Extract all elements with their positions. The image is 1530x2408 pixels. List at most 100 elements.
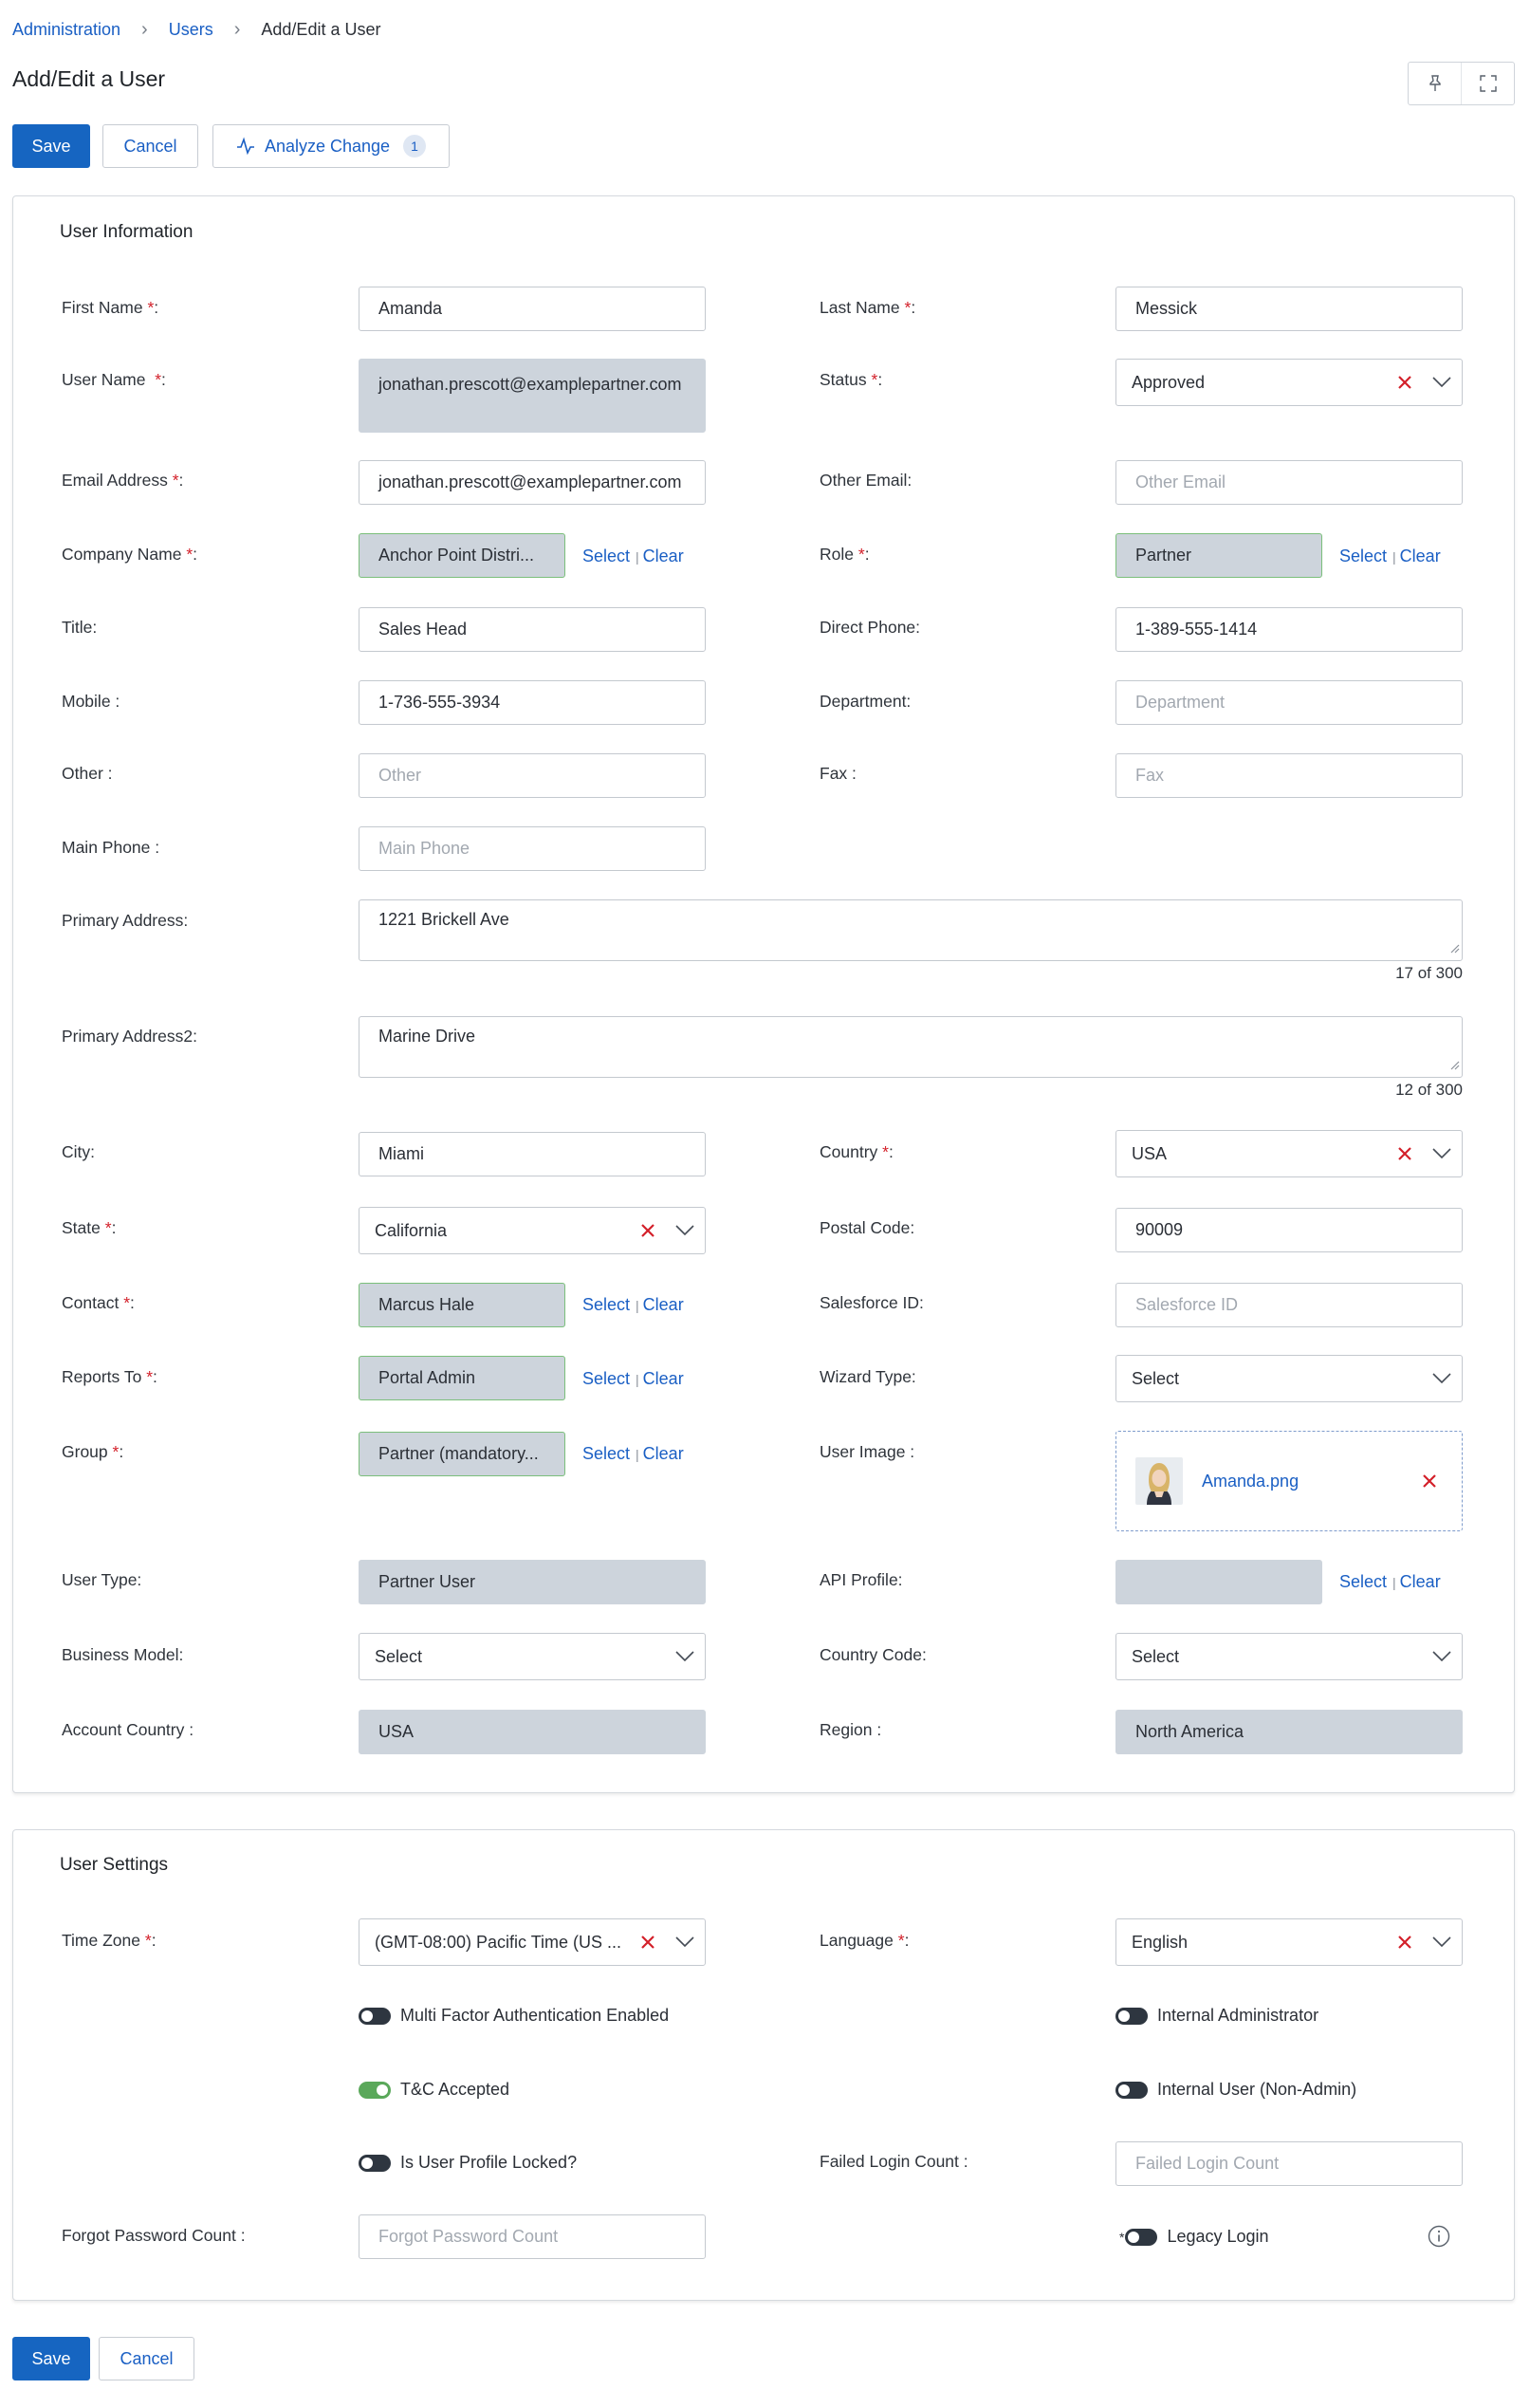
user-information-panel xyxy=(12,195,1515,1793)
chevron-down-icon[interactable] xyxy=(665,1225,705,1236)
group-clear-link[interactable]: Clear xyxy=(643,1444,684,1464)
reports-to-select-link[interactable]: Select xyxy=(582,1369,630,1389)
failed-login-field[interactable]: Failed Login Count xyxy=(1115,2141,1463,2186)
primary-address-counter: 17 of 300 xyxy=(1395,964,1463,982)
info-icon[interactable] xyxy=(1428,2225,1450,2252)
forgot-password-label: Forgot Password Count : xyxy=(62,2226,246,2245)
title-field[interactable]: Sales Head xyxy=(359,607,706,652)
chevron-down-icon[interactable] xyxy=(665,1651,705,1662)
role-label: Role *: xyxy=(820,545,870,564)
chevron-down-icon[interactable] xyxy=(1422,1148,1462,1159)
company-select-link[interactable]: Select xyxy=(582,546,630,566)
analyze-change-button[interactable]: Analyze Change 1 xyxy=(212,124,450,168)
main-phone-label: Main Phone : xyxy=(62,838,160,857)
clear-icon[interactable] xyxy=(1388,1146,1422,1161)
chevron-down-icon[interactable] xyxy=(665,1936,705,1948)
company-name-field: Anchor Point Distri... xyxy=(359,533,565,578)
internal-admin-toggle[interactable]: Internal Administrator xyxy=(1115,2006,1318,2026)
clear-icon[interactable] xyxy=(631,1935,665,1950)
last-name-field[interactable]: Messick xyxy=(1115,287,1463,331)
forgot-password-field[interactable]: Forgot Password Count xyxy=(359,2214,706,2259)
region-field: North America xyxy=(1115,1710,1463,1754)
footer-cancel-button[interactable]: Cancel xyxy=(99,2337,194,2380)
api-profile-select-link[interactable]: Select xyxy=(1339,1572,1387,1592)
reports-to-clear-link[interactable]: Clear xyxy=(643,1369,684,1389)
mobile-field[interactable]: 1-736-555-3934 xyxy=(359,680,706,725)
company-clear-link[interactable]: Clear xyxy=(643,546,684,566)
other-field[interactable]: Other xyxy=(359,753,706,798)
first-name-field[interactable]: Amanda xyxy=(359,287,706,331)
status-select[interactable]: Approved xyxy=(1115,359,1463,406)
email-field[interactable]: jonathan.prescott@examplepartner.com xyxy=(359,460,706,505)
role-clear-link[interactable]: Clear xyxy=(1400,546,1441,566)
internal-user-label: Internal User (Non-Admin) xyxy=(1157,2080,1357,2099)
primary-address2-textarea[interactable]: Marine Drive xyxy=(359,1016,1463,1078)
breadcrumb-users[interactable]: Users xyxy=(169,20,213,40)
legacy-login-toggle[interactable]: * Legacy Login xyxy=(1119,2227,1269,2247)
cancel-button[interactable]: Cancel xyxy=(102,124,198,168)
direct-phone-field[interactable]: 1-389-555-1414 xyxy=(1115,607,1463,652)
tc-accepted-label: T&C Accepted xyxy=(400,2080,510,2099)
contact-select-clear: Select | Clear xyxy=(582,1295,684,1315)
other-email-label: Other Email: xyxy=(820,471,912,490)
resize-grip-icon[interactable] xyxy=(1450,938,1460,958)
primary-address2-counter: 12 of 300 xyxy=(1395,1081,1463,1099)
country-select[interactable]: USA xyxy=(1115,1130,1463,1177)
user-name-field: jonathan.prescott@examplepartner.com xyxy=(359,359,706,433)
postal-code-field[interactable]: 90009 xyxy=(1115,1208,1463,1252)
breadcrumb-administration[interactable]: Administration xyxy=(12,20,120,40)
legacy-login-label: Legacy Login xyxy=(1167,2227,1269,2246)
footer-save-button[interactable]: Save xyxy=(12,2337,90,2380)
main-phone-field[interactable]: Main Phone xyxy=(359,826,706,871)
company-name-label: Company Name *: xyxy=(62,545,198,564)
profile-locked-toggle[interactable]: Is User Profile Locked? xyxy=(359,2153,577,2173)
salesforce-id-field[interactable]: Salesforce ID xyxy=(1115,1283,1463,1327)
state-select[interactable]: California xyxy=(359,1207,706,1254)
time-zone-select[interactable]: (GMT-08:00) Pacific Time (US ... xyxy=(359,1918,706,1966)
contact-field: Marcus Hale xyxy=(359,1283,565,1327)
contact-select-link[interactable]: Select xyxy=(582,1295,630,1315)
chevron-down-icon[interactable] xyxy=(1422,377,1462,388)
toggle-switch[interactable] xyxy=(1115,2007,1148,2025)
tc-accepted-toggle[interactable]: T&C Accepted xyxy=(359,2080,509,2100)
mfa-label: Multi Factor Authentication Enabled xyxy=(400,2006,670,2025)
department-field[interactable]: Department xyxy=(1115,680,1463,725)
clear-icon[interactable] xyxy=(1388,1935,1422,1950)
toggle-switch[interactable] xyxy=(359,2081,391,2099)
city-field[interactable]: Miami xyxy=(359,1132,706,1176)
expand-icon[interactable] xyxy=(1461,63,1514,104)
language-select[interactable]: English xyxy=(1115,1918,1463,1966)
analyze-count-badge: 1 xyxy=(403,135,427,157)
user-image-upload[interactable]: Amanda.png xyxy=(1115,1431,1463,1531)
clear-icon[interactable] xyxy=(1388,375,1422,390)
fax-field[interactable]: Fax xyxy=(1115,753,1463,798)
primary-address-textarea[interactable]: 1221 Brickell Ave xyxy=(359,899,1463,961)
primary-address2-value: Marine Drive xyxy=(378,1027,476,1046)
user-image-filename[interactable]: Amanda.png xyxy=(1202,1472,1422,1491)
toggle-switch[interactable] xyxy=(359,2007,391,2025)
api-profile-clear-link[interactable]: Clear xyxy=(1400,1572,1441,1592)
chevron-down-icon[interactable] xyxy=(1422,1373,1462,1384)
clear-icon[interactable] xyxy=(631,1223,665,1238)
email-label: Email Address *: xyxy=(62,471,184,490)
toggle-switch[interactable] xyxy=(359,2154,391,2172)
business-model-select[interactable]: Select xyxy=(359,1633,706,1680)
pin-icon[interactable] xyxy=(1409,63,1461,104)
role-field: Partner xyxy=(1115,533,1322,578)
save-button[interactable]: Save xyxy=(12,124,90,168)
country-code-select[interactable]: Select xyxy=(1115,1633,1463,1680)
mfa-toggle[interactable]: Multi Factor Authentication Enabled xyxy=(359,2006,669,2026)
contact-clear-link[interactable]: Clear xyxy=(643,1295,684,1315)
remove-image-icon[interactable] xyxy=(1422,1473,1437,1489)
resize-grip-icon[interactable] xyxy=(1450,1055,1460,1075)
toggle-switch[interactable] xyxy=(1125,2228,1158,2246)
chevron-down-icon[interactable] xyxy=(1422,1936,1462,1948)
role-select-link[interactable]: Select xyxy=(1339,546,1387,566)
wizard-type-select[interactable]: Select xyxy=(1115,1355,1463,1402)
chevron-down-icon[interactable] xyxy=(1422,1651,1462,1662)
group-select-link[interactable]: Select xyxy=(582,1444,630,1464)
breadcrumb: Administration › Users › Add/Edit a User xyxy=(12,19,380,41)
toggle-switch[interactable] xyxy=(1115,2081,1148,2099)
other-email-field[interactable]: Other Email xyxy=(1115,460,1463,505)
internal-user-toggle[interactable]: Internal User (Non-Admin) xyxy=(1115,2080,1356,2100)
